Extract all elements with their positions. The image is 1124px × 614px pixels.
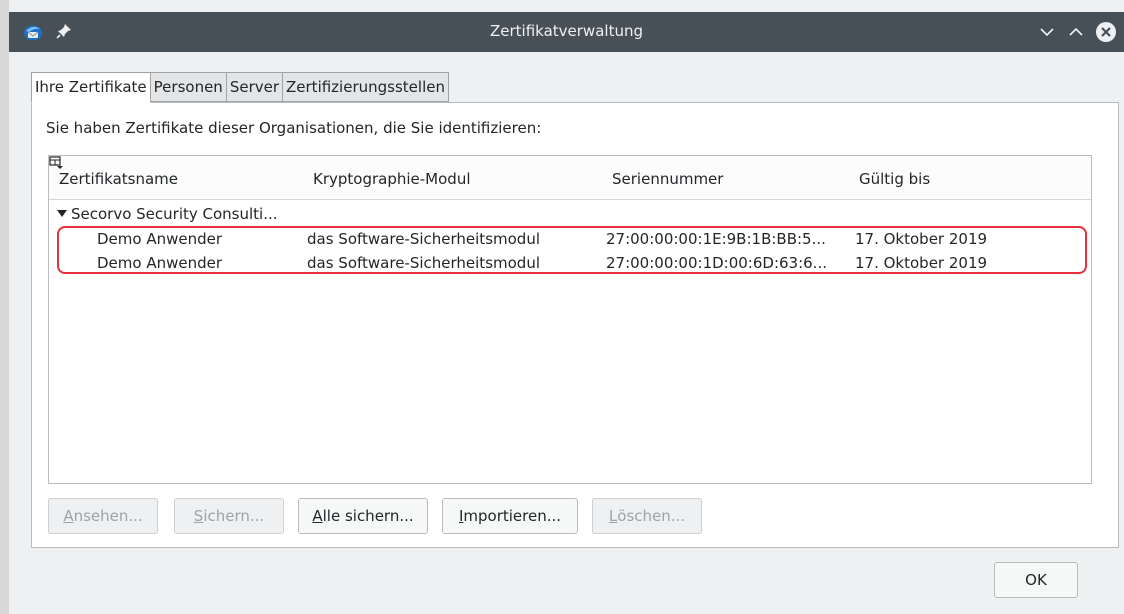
mnemonic-letter: A <box>63 507 74 525</box>
certificate-manager-window: Zertifikatverwaltung Ihre Zertifikate Pe… <box>9 0 1124 614</box>
certificate-tree[interactable]: Zertifikatsname Kryptographie-Modul Seri… <box>48 155 1092 484</box>
desktop-edge <box>0 0 9 614</box>
ok-button[interactable]: OK <box>994 562 1078 598</box>
title-bar[interactable]: Zertifikatverwaltung <box>9 12 1124 52</box>
tab-servers[interactable]: Server <box>226 72 284 102</box>
button-label: öschen... <box>617 507 686 525</box>
column-header-module[interactable]: Kryptographie-Modul <box>313 170 471 188</box>
minimize-button[interactable] <box>1036 21 1058 43</box>
close-icon <box>1096 22 1116 42</box>
tree-header: Zertifikatsname Kryptographie-Modul Seri… <box>49 156 1091 200</box>
dialog-content: Ihre Zertifikate Personen Server Zertifi… <box>31 62 1119 558</box>
backup-all-button[interactable]: Alle sichern... <box>298 498 428 534</box>
column-header-serial[interactable]: Seriennummer <box>612 170 723 188</box>
button-label: lle sichern... <box>322 507 414 525</box>
column-picker-icon[interactable] <box>49 156 63 170</box>
chevron-down-icon <box>1040 28 1054 37</box>
button-label: mportieren... <box>463 507 562 525</box>
mnemonic-letter: A <box>312 507 323 525</box>
highlight-box <box>57 226 1087 274</box>
column-header-valid-until[interactable]: Gültig bis <box>859 170 930 188</box>
backup-button[interactable]: Sichern... <box>174 498 284 534</box>
tab-people[interactable]: Personen <box>150 72 227 102</box>
group-label: Secorvo Security Consulti... <box>71 205 278 223</box>
mnemonic-letter: L <box>608 507 618 525</box>
button-label: ichern... <box>203 507 265 525</box>
column-header-name[interactable]: Zertifikatsname <box>59 170 178 188</box>
close-button[interactable] <box>1095 21 1117 43</box>
tab-panel: Sie haben Zertifikate dieser Organisatio… <box>31 102 1119 548</box>
view-button[interactable]: Ansehen... <box>48 498 158 534</box>
import-button[interactable]: Importieren... <box>442 498 578 534</box>
maximize-button[interactable] <box>1065 21 1087 43</box>
delete-button[interactable]: Löschen... <box>592 498 702 534</box>
tree-group-row[interactable]: Secorvo Security Consulti... <box>57 205 278 227</box>
expand-triangle-icon[interactable] <box>57 210 67 217</box>
intro-text: Sie haben Zertifikate dieser Organisatio… <box>46 119 542 137</box>
tab-bar: Ihre Zertifikate Personen Server Zertifi… <box>31 72 449 103</box>
button-label: nsehen... <box>73 507 143 525</box>
chevron-up-icon <box>1069 27 1083 36</box>
mnemonic-letter: S <box>193 507 204 525</box>
window-title: Zertifikatverwaltung <box>490 22 643 40</box>
tab-your-certificates[interactable]: Ihre Zertifikate <box>31 72 151 103</box>
tab-authorities[interactable]: Zertifizierungsstellen <box>283 72 449 102</box>
